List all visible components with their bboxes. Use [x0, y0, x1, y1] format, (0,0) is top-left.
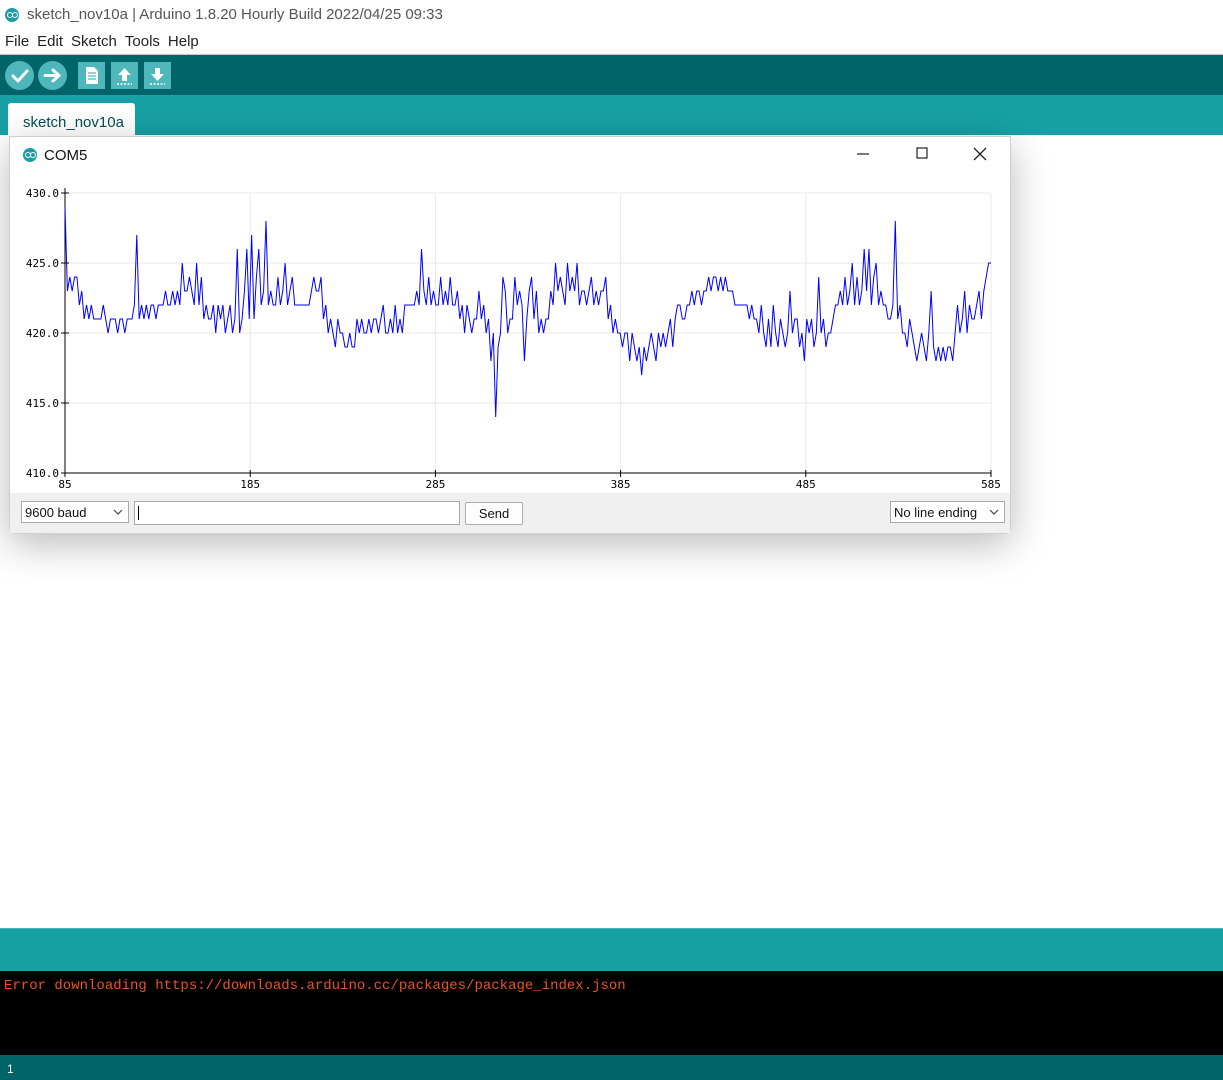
close-icon	[973, 147, 987, 161]
footer-bar: 1	[0, 1055, 1223, 1080]
series-line	[64, 206, 991, 418]
y-tick-label: 420.0	[26, 327, 59, 340]
x-tick-label: 585	[981, 478, 1001, 491]
x-tick-label: 285	[425, 478, 445, 491]
maximize-icon	[916, 147, 928, 159]
maximize-button[interactable]	[898, 137, 944, 171]
plotter-controls: 9600 baud Send No line ending	[10, 493, 1010, 533]
minimize-icon	[857, 153, 869, 155]
tab-label: sketch_nov10a	[23, 114, 124, 131]
editor-status-bar	[0, 928, 1223, 972]
line-ending-select[interactable]: No line ending	[890, 501, 1005, 523]
console-output: Error downloading https://downloads.ardu…	[0, 971, 1223, 1055]
send-button[interactable]: Send	[465, 502, 523, 525]
menu-help[interactable]: Help	[164, 30, 203, 50]
x-tick-label: 485	[796, 478, 816, 491]
menu-bar: File Edit Sketch Tools Help	[0, 30, 1223, 55]
new-sketch-button[interactable]	[78, 62, 105, 89]
baud-rate-select[interactable]: 9600 baud	[21, 501, 129, 523]
y-tick-label: 430.0	[26, 187, 59, 200]
menu-sketch[interactable]: Sketch	[67, 30, 121, 50]
serial-plot-chart: 410.0 415.0 420.0 425.0 430.0 85 185 285 385 485 5…	[26, 187, 1001, 491]
arduino-logo-icon	[5, 8, 19, 22]
arrow-down-icon	[150, 68, 165, 85]
plotter-title: COM5	[44, 147, 88, 164]
close-button[interactable]	[957, 137, 1003, 171]
menu-edit[interactable]: Edit	[33, 30, 67, 50]
x-tick-label: 385	[611, 478, 631, 491]
arrow-up-icon	[117, 68, 132, 85]
plotter-titlebar: COM5	[10, 137, 1010, 171]
y-tick-label: 425.0	[26, 257, 59, 270]
x-tick-label: 185	[240, 478, 260, 491]
y-tick-label: 410.0	[26, 467, 59, 480]
x-tick-label: 85	[58, 478, 71, 491]
new-file-icon	[86, 67, 98, 84]
console-error-message: Error downloading https://downloads.ardu…	[4, 978, 626, 994]
chevron-down-icon	[113, 509, 123, 515]
menu-file[interactable]: File	[0, 30, 33, 50]
arduino-logo-icon	[23, 148, 37, 162]
window-title: sketch_nov10a | Arduino 1.8.20 Hourly Bu…	[27, 6, 443, 23]
line-ending-value: No line ending	[894, 505, 978, 520]
toolbar	[0, 55, 1223, 95]
upload-button[interactable]	[38, 61, 67, 90]
checkmark-icon	[11, 69, 29, 83]
tab-sketch[interactable]: sketch_nov10a	[8, 103, 135, 135]
baud-rate-value: 9600 baud	[25, 505, 87, 520]
plot-area: 410.0 415.0 420.0 425.0 430.0 85 185 285 385 485 5…	[10, 171, 1010, 493]
menu-tools[interactable]: Tools	[121, 30, 164, 50]
open-sketch-button[interactable]	[111, 62, 138, 89]
line-number: 1	[7, 1062, 14, 1076]
minimize-button[interactable]	[840, 137, 886, 171]
serial-send-input[interactable]	[134, 501, 460, 525]
save-sketch-button[interactable]	[144, 62, 171, 89]
tab-strip: sketch_nov10a	[0, 95, 1223, 135]
window-titlebar: sketch_nov10a | Arduino 1.8.20 Hourly Bu…	[0, 0, 1223, 30]
verify-button[interactable]	[5, 61, 34, 90]
serial-plotter-window: COM5 410.0 415.0 420.0 425.0 430.0 85 185 285 38…	[9, 136, 1011, 534]
chevron-down-icon	[989, 509, 999, 515]
arrow-right-icon	[43, 68, 61, 83]
y-tick-label: 415.0	[26, 397, 59, 410]
text-caret	[138, 506, 139, 520]
